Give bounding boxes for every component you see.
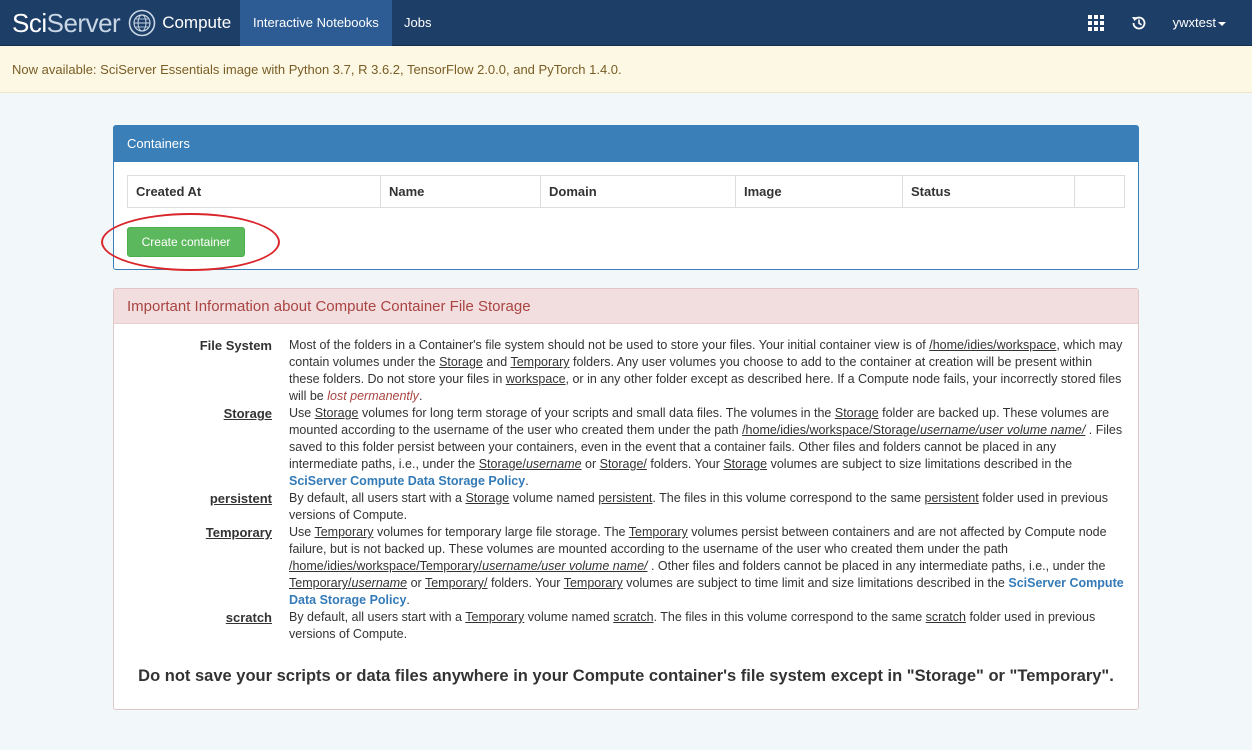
persistent-word: persistent [924,491,979,505]
tab-interactive-notebooks[interactable]: Interactive Notebooks [240,0,392,46]
temporary-word: Temporary [314,525,374,539]
col-image[interactable]: Image [736,176,903,207]
col-domain[interactable]: Domain [541,176,736,207]
term-storage: Storage [223,406,272,421]
containers-panel: Containers Created At Name Domain Image … [113,125,1139,270]
path-part: username [351,576,408,590]
scratch-word: scratch [925,610,966,624]
brand-logo[interactable]: SciServer Compute [12,7,231,39]
col-status[interactable]: Status [903,176,1075,207]
path-text: /home/idies/workspace/Storage/username/u… [742,423,1085,437]
storage-warning: Do not save your scripts or data files a… [138,667,1114,685]
text: and [482,355,511,369]
storage-info-panel: Important Information about Compute Cont… [113,288,1139,710]
text: volumes for long term storage of your sc… [358,406,835,420]
create-container-button[interactable]: Create container [127,227,245,257]
term-persistent: persistent [209,491,272,506]
term-temporary: Temporary [205,525,272,540]
text: . The files in this volume correspond to… [652,491,925,505]
path-part: Temporary/ [289,576,352,590]
text: Use [289,525,315,539]
path-text: Temporary/ [424,576,488,590]
text: folders. Your [487,576,564,590]
containers-table: Created At Name Domain Image Status [127,175,1125,208]
col-name[interactable]: Name [381,176,541,207]
temporary-word: Temporary [628,525,688,539]
lost-permanently-text: lost permanently [327,389,419,403]
path-text: /home/idies/workspace/Temporary/username… [289,559,648,573]
grid-icon[interactable] [1087,14,1105,32]
desc-temporary: Use Temporary volumes for temporary larg… [289,524,1125,609]
text: . Other files and folders cannot be plac… [647,559,1106,573]
storage-info-title: Important Information about Compute Cont… [114,289,1138,324]
text: Use [289,406,315,420]
text: volumes are subject to time limit and si… [622,576,1009,590]
username-label: ywxtest [1172,15,1216,30]
path-text: Temporary/username [289,576,407,590]
storage-word: Storage [723,457,768,471]
text: . [525,474,529,488]
path-part: /home/idies/workspace/Temporary/ [289,559,483,573]
chevron-down-icon [1218,21,1226,26]
path-text: /home/idies/workspace [929,338,1057,352]
desc-file-system: Most of the folders in a Container's fil… [289,337,1125,405]
storage-word: Storage [834,406,879,420]
col-actions [1075,176,1124,207]
containers-panel-title: Containers [114,126,1138,162]
globe-icon [128,9,156,37]
text: Most of the folders in a Container's fil… [289,338,930,352]
path-part: username [525,457,582,471]
text: volume named [509,491,599,505]
desc-persistent: By default, all users start with a Stora… [289,490,1125,524]
persistent-word: persistent [598,491,653,505]
text: . [406,593,410,607]
text: By default, all users start with a [289,610,466,624]
text: or [407,576,425,590]
col-created-at[interactable]: Created At [128,176,381,207]
text: volumes are subject to size limitations … [767,457,1073,471]
brand-server-part: Server [46,7,121,38]
path-part: username/user volume name/ [482,559,648,573]
path-part: /home/idies/workspace/Storage/ [742,423,920,437]
storage-policy-link[interactable]: SciServer Compute Data Storage Policy [289,474,525,488]
text: By default, all users start with a [289,491,466,505]
history-icon[interactable] [1130,14,1148,32]
storage-word: Storage [314,406,359,420]
storage-word: Storage [465,491,510,505]
text: . The files in this volume correspond to… [653,610,926,624]
user-menu[interactable]: ywxtest [1173,0,1226,46]
storage-word: Storage [439,355,483,369]
term-scratch: scratch [225,610,272,625]
path-text: Storage/ [599,457,647,471]
top-navbar: SciServer Compute Interactive Notebooks … [0,0,1252,46]
path-text: Storage/username [479,457,582,471]
scratch-word: scratch [613,610,654,624]
text: volumes for temporary large file storage… [373,525,629,539]
text: volume named [524,610,614,624]
temporary-word: Temporary [465,610,525,624]
temporary-word: Temporary [510,355,570,369]
text: . [418,389,423,403]
desc-storage: Use Storage volumes for long term storag… [289,405,1125,490]
brand-sci-part: Sci [12,7,47,38]
text: folders. Your [646,457,724,471]
path-part: username/user volume name/ [919,423,1086,437]
text: or [581,457,600,471]
announcement-banner: Now available: SciServer Essentials imag… [0,46,1252,93]
tab-jobs[interactable]: Jobs [391,0,444,46]
temporary-word: Temporary [563,576,623,590]
path-part: Storage/ [478,457,526,471]
brand-sciserver: SciServer [12,7,121,39]
desc-scratch: By default, all users start with a Tempo… [289,609,1125,643]
workspace-word: workspace [505,372,566,386]
term-file-system: File System [199,338,272,353]
brand-compute-label: Compute [162,13,232,32]
